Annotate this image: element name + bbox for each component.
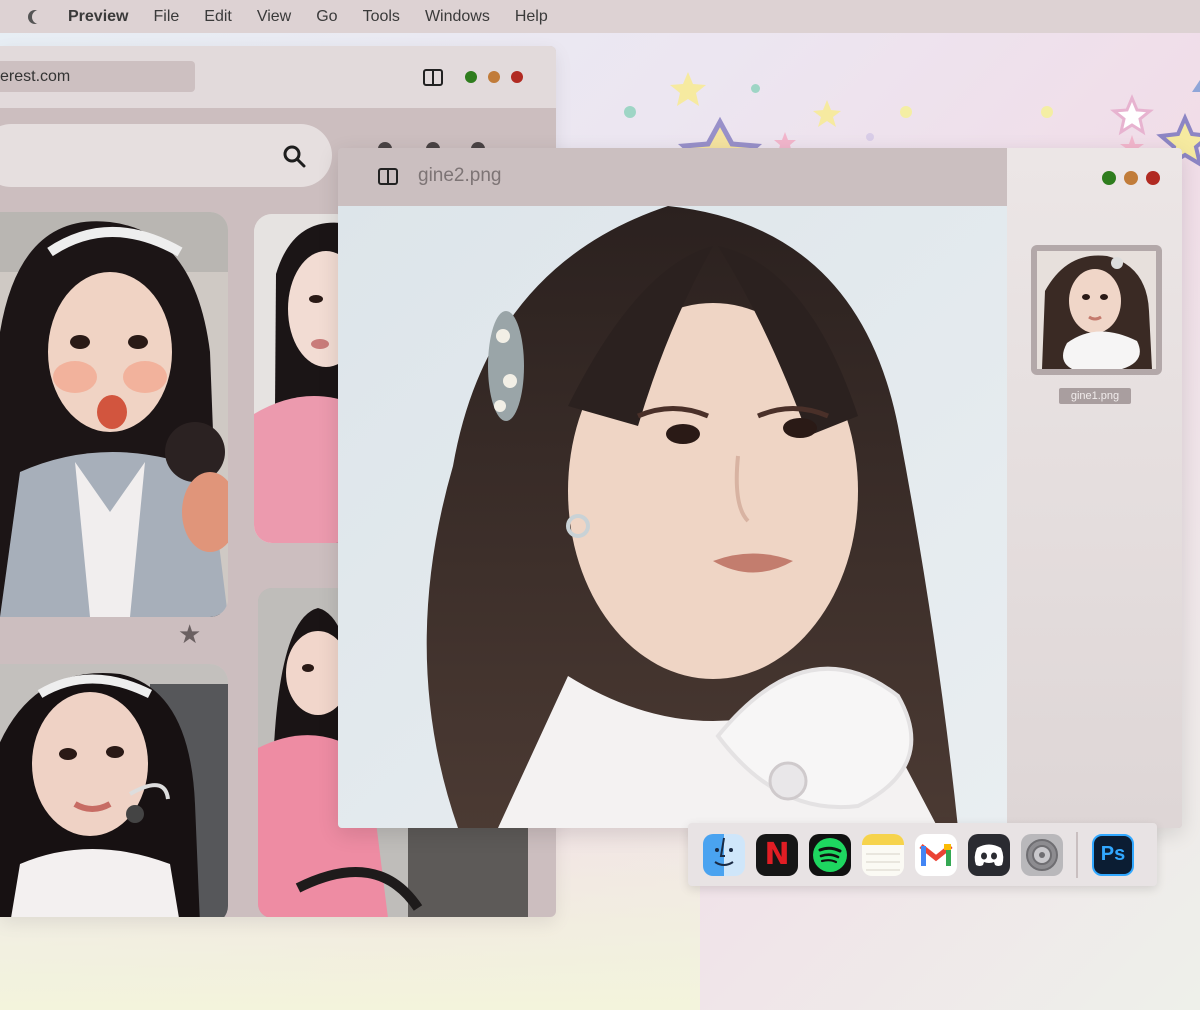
photoshop-icon[interactable]: Ps	[1092, 833, 1134, 876]
pin-image[interactable]	[0, 664, 228, 917]
traffic-light-green[interactable]	[1102, 171, 1116, 185]
url-bar[interactable]: erest.com	[0, 61, 195, 92]
photoshop-label: Ps	[1100, 843, 1126, 865]
menu-view[interactable]: View	[257, 8, 291, 26]
moon-icon[interactable]	[32, 10, 46, 24]
menu-app-name[interactable]: Preview	[68, 8, 128, 26]
menu-tools[interactable]: Tools	[363, 8, 400, 26]
spotify-icon[interactable]	[809, 833, 851, 876]
preview-window: gine2.png gine1.png	[338, 148, 1182, 828]
finder-icon[interactable]	[703, 833, 745, 876]
dock: N Ps	[688, 823, 1157, 886]
thumbnail-photo	[1037, 251, 1156, 369]
pin-image[interactable]	[0, 212, 228, 617]
traffic-light-red[interactable]	[511, 71, 523, 83]
notes-icon[interactable]	[862, 833, 904, 876]
discord-icon[interactable]	[968, 833, 1010, 876]
settings-icon[interactable]	[1021, 833, 1063, 876]
wallpaper-dot	[900, 106, 912, 118]
menu-edit[interactable]: Edit	[204, 8, 232, 26]
menu-help[interactable]: Help	[515, 8, 548, 26]
thumbnail[interactable]	[1031, 245, 1162, 375]
star-icon[interactable]: ★	[178, 619, 201, 650]
traffic-light-green[interactable]	[465, 71, 477, 83]
search-icon[interactable]	[282, 144, 306, 168]
netflix-icon[interactable]: N	[756, 833, 798, 876]
traffic-light-red[interactable]	[1146, 171, 1160, 185]
netflix-label: N	[764, 837, 790, 872]
hair-clip	[488, 311, 524, 421]
thumbnail-sidebar: gine1.png	[1007, 148, 1182, 828]
preview-titlebar: gine2.png	[338, 148, 1007, 206]
menu-go[interactable]: Go	[316, 8, 337, 26]
sidebar-toggle-icon[interactable]	[378, 168, 398, 185]
traffic-light-orange[interactable]	[1124, 171, 1138, 185]
wallpaper-dot	[751, 84, 760, 93]
wallpaper-dot	[1041, 106, 1053, 118]
main-photo	[338, 206, 1007, 828]
search-input[interactable]	[0, 124, 332, 187]
thumbnail-caption: gine1.png	[1059, 388, 1131, 404]
traffic-light-orange[interactable]	[488, 71, 500, 83]
menu-file[interactable]: File	[153, 8, 179, 26]
sidebar-toggle-icon[interactable]	[423, 69, 443, 86]
menu-bar: Preview File Edit View Go Tools Windows …	[0, 0, 1200, 33]
wallpaper-dot	[624, 106, 636, 118]
browser-toolbar: erest.com	[0, 46, 556, 108]
portrait-photo	[0, 212, 228, 617]
gmail-icon[interactable]	[915, 833, 957, 876]
portrait-photo	[0, 664, 228, 917]
preview-filename: gine2.png	[418, 165, 502, 186]
dock-separator	[1076, 831, 1078, 878]
menu-windows[interactable]: Windows	[425, 8, 490, 26]
wallpaper-dot	[866, 133, 874, 141]
